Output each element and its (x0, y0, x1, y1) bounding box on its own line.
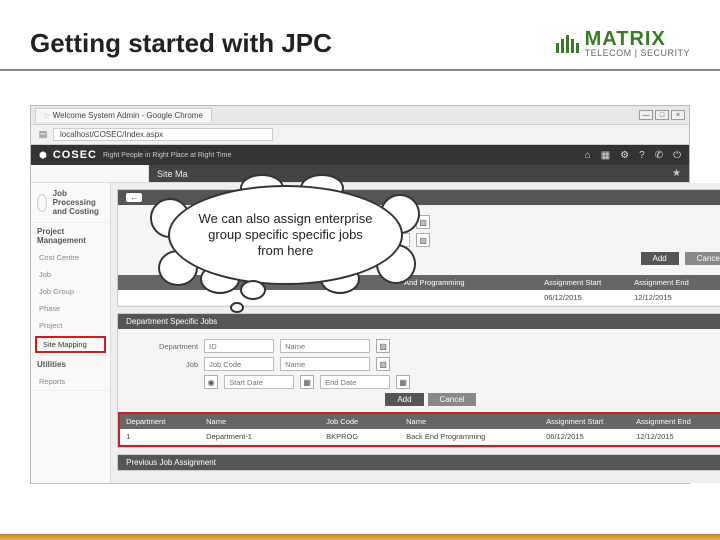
dept-end-input[interactable] (320, 375, 390, 389)
g2r1c3: BKPROG (320, 429, 400, 444)
g2h5: Assignment Start (540, 414, 630, 429)
dept-id-input[interactable] (204, 339, 274, 353)
g1r1-start: 06/12/2015 (538, 290, 628, 305)
g2r1c4: Back End Programming (400, 429, 540, 444)
cancel-button[interactable]: Cancel (685, 252, 720, 265)
panel-dept-head: Department Specific Jobs (118, 314, 720, 329)
nav-item-job-group[interactable]: Job Group (31, 283, 110, 300)
panel-prev-head[interactable]: Previous Job Assignment (118, 455, 720, 470)
g2h4: Name (400, 414, 540, 429)
tab-title: Welcome System Admin - Google Chrome (53, 111, 203, 120)
lookup-icon[interactable]: ▧ (376, 357, 390, 371)
calendar-icon[interactable]: ▦ (396, 375, 410, 389)
g2h6: Assignment End (630, 414, 720, 429)
nav-item-cost-centre[interactable]: Cost Centre (31, 249, 110, 266)
job-code-input[interactable] (204, 357, 274, 371)
lookup-icon[interactable]: ▧ (376, 339, 390, 353)
chrome-tabbar: ◌ Welcome System Admin - Google Chrome —… (31, 106, 689, 125)
nav-item-project[interactable]: Project (31, 317, 110, 334)
page-title: Site Ma (157, 169, 188, 179)
nav-item-site-mapping[interactable]: Site Mapping (35, 336, 106, 353)
matrix-logo: MATRIX TELECOM | SECURITY (556, 29, 690, 58)
back-button[interactable]: ← (126, 193, 142, 202)
url-field[interactable]: localhost/COSEC/Index.aspx (53, 128, 273, 141)
g2r1c1: 1 (120, 429, 200, 444)
slide-header: Getting started with JPC MATRIX TELECOM … (0, 0, 720, 71)
grid2-row[interactable]: 1 Department-1 BKPROG Back End Programmi… (120, 429, 720, 445)
sec-left-blank (31, 165, 149, 182)
nav-group-jpc[interactable]: Job Processing and Costing (31, 183, 110, 222)
calendar-icon[interactable]: ▦ (300, 375, 314, 389)
phone-icon[interactable]: ✆ (655, 150, 663, 161)
nav-item-phase[interactable]: Phase (31, 300, 110, 317)
g2h2: Name (200, 414, 320, 429)
dept-label: Department (128, 342, 198, 351)
app-brand: ⬢ COSEC Right People in Right Place at R… (39, 149, 231, 161)
nav-item-job[interactable]: Job (31, 266, 110, 283)
g2r1c5: 06/12/2015 (540, 429, 630, 444)
tab-favicon-icon: ◌ (44, 111, 49, 120)
dept-name-input[interactable] (280, 339, 370, 353)
help-icon[interactable]: ? (639, 150, 645, 161)
nav-subgroup-pm[interactable]: Project Management (31, 223, 110, 249)
brand-name: COSEC (53, 149, 97, 161)
callout-text: We can also assign enterprise group spec… (168, 185, 403, 285)
settings-icon[interactable]: ⚙ (620, 150, 629, 161)
dept-add-button[interactable]: Add (385, 393, 423, 406)
job-name-input[interactable] (280, 357, 370, 371)
page-icon: ▤ (37, 129, 49, 141)
logo-main-text: MATRIX (585, 29, 690, 49)
power-icon[interactable]: ⏻ (673, 150, 681, 161)
nav-group-jpc-label: Job Processing and Costing (53, 189, 105, 216)
dept-grid-highlight: Department Name Job Code Name Assignment… (118, 412, 720, 447)
window-close-button[interactable]: × (671, 110, 685, 120)
g1h6: Assignment End (628, 275, 718, 290)
nav-subgroup-utilities[interactable]: Utilities (31, 356, 110, 373)
panel-dept-title: Department Specific Jobs (126, 317, 217, 326)
brand-logo-icon: ⬢ (39, 150, 47, 161)
jpc-icon (37, 194, 47, 212)
radio-icon[interactable]: ◉ (204, 375, 218, 389)
dept-cancel-button[interactable]: Cancel (428, 393, 477, 406)
favorite-icon[interactable]: ★ (672, 168, 681, 179)
g2h3: Job Code (320, 414, 400, 429)
add-button[interactable]: Add (641, 252, 679, 265)
window-maximize-button[interactable]: □ (655, 110, 669, 120)
g2h1: Department (120, 414, 200, 429)
grid-icon[interactable]: ▦ (601, 150, 610, 161)
g1h5: Assignment Start (538, 275, 628, 290)
window-minimize-button[interactable]: — (639, 110, 653, 120)
slide-bottom-border (0, 534, 720, 540)
panel-prev-title: Previous Job Assignment (126, 458, 216, 467)
g2r1c2: Department-1 (200, 429, 320, 444)
logo-bars-icon (556, 35, 579, 53)
browser-tab[interactable]: ◌ Welcome System Admin - Google Chrome (35, 108, 212, 122)
g1r1-end: 12/12/2015 (628, 290, 718, 305)
dept-start-input[interactable] (224, 375, 294, 389)
nav-item-reports[interactable]: Reports (31, 373, 110, 390)
cloud-tail-icon (240, 280, 266, 300)
panel-prev-jobs: Previous Job Assignment (117, 454, 720, 471)
logo-sub-text: TELECOM | SECURITY (585, 49, 690, 58)
panel-dept-jobs: Department Specific Jobs Department ▧ Jo… (117, 313, 720, 448)
app-header: ⬢ COSEC Right People in Right Place at R… (31, 145, 689, 165)
job-label: Job (128, 360, 198, 369)
grid2-header: Department Name Job Code Name Assignment… (120, 414, 720, 429)
home-icon[interactable]: ⌂ (585, 150, 591, 161)
chrome-address-bar: ▤ localhost/COSEC/Index.aspx (31, 125, 689, 145)
slide-title: Getting started with JPC (30, 28, 332, 59)
cloud-tail-icon (230, 302, 244, 313)
left-nav: Job Processing and Costing Project Manag… (31, 183, 111, 483)
brand-tagline: Right People in Right Place at Right Tim… (103, 152, 231, 159)
callout-cloud: We can also assign enterprise group spec… (150, 180, 420, 310)
g2r1c6: 12/12/2015 (630, 429, 720, 444)
